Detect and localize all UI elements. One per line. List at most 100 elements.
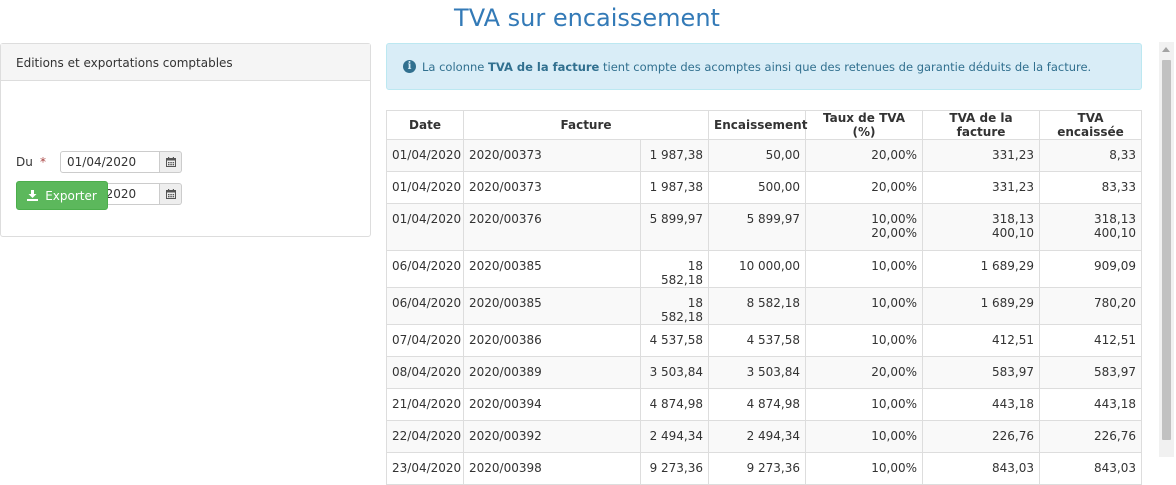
cell-taux: 10,00% <box>805 324 924 357</box>
cell-tva-encaissee-line: 443,18 <box>1094 397 1137 411</box>
tva-table: Date Facture Encaissement Taux de TVA (%… <box>386 110 1143 485</box>
cell-taux: 20,00% <box>805 171 924 204</box>
info-alert: i La colonne TVA de la facture tient com… <box>386 43 1142 90</box>
cell-tva-facture: 318,13 400,10 <box>922 203 1041 251</box>
cell-date: 01/04/2020 <box>386 139 464 172</box>
cell-encaissement: 2 494,34 <box>708 420 807 453</box>
cell-encaissement: 9 273,36 <box>708 452 807 485</box>
cell-taux-line: 10,00% <box>871 429 918 443</box>
cell-tva-encaissee-line: 843,03 <box>1094 461 1137 475</box>
header-tva-encaissee: TVA encaissée <box>1039 110 1143 140</box>
cell-tva-facture-line: 318,13 <box>992 212 1035 226</box>
cell-tva-encaissee: 8,33 <box>1039 139 1143 172</box>
cell-taux-line: 20,00% <box>871 180 918 194</box>
cell-montant: 18 582,18 <box>639 250 710 288</box>
cell-date: 01/04/2020 <box>386 171 464 204</box>
cell-tva-encaissee-line: 909,09 <box>1094 259 1137 273</box>
cell-montant: 1 987,38 <box>639 171 710 204</box>
calendar-icon <box>165 157 176 167</box>
cell-tva-facture-line: 1 689,29 <box>980 296 1035 310</box>
cell-taux: 20,00% <box>805 356 924 389</box>
cell-tva-encaissee: 443,18 <box>1039 388 1143 421</box>
cell-tva-facture-line: 1 689,29 <box>980 259 1035 273</box>
cell-tva-facture: 1 689,29 <box>922 287 1041 325</box>
cell-taux-line: 20,00% <box>871 226 918 240</box>
cell-facture: 2020/00376 <box>463 203 641 251</box>
cell-taux: 10,00% <box>805 420 924 453</box>
cell-tva-facture: 1 689,29 <box>922 250 1041 288</box>
alert-prefix: La colonne <box>422 59 485 74</box>
cell-tva-encaissee: 780,20 <box>1039 287 1143 325</box>
cell-tva-facture: 331,23 <box>922 171 1041 204</box>
page-scrollbar[interactable] <box>1159 42 1174 457</box>
table-row: 08/04/2020 2020/00389 3 503,84 3 503,84 20,0… <box>386 356 1143 389</box>
cell-facture: 2020/00394 <box>463 388 641 421</box>
cell-date: 01/04/2020 <box>386 203 464 251</box>
cell-facture: 2020/00373 <box>463 139 641 172</box>
cell-tva-encaissee-line: 318,13 <box>1094 212 1137 226</box>
table-row: 06/04/2020 2020/00385 18 582,18 10 000,00 10… <box>386 250 1143 288</box>
export-panel: Editions et exportations comptables Du *… <box>0 43 371 237</box>
cell-taux-line: 20,00% <box>871 365 918 379</box>
cell-tva-facture-line: 583,97 <box>992 365 1035 379</box>
cell-montant: 4 537,58 <box>639 324 710 357</box>
cell-taux: 10,00% <box>805 250 924 288</box>
cell-tva-facture: 443,18 <box>922 388 1041 421</box>
alert-text: La colonne TVA de la facture tient compt… <box>422 60 1091 74</box>
header-tva-facture: TVA de la facture <box>922 110 1041 140</box>
cell-montant: 2 494,34 <box>639 420 710 453</box>
cell-encaissement: 3 503,84 <box>708 356 807 389</box>
cell-tva-encaissee: 83,33 <box>1039 171 1143 204</box>
cell-encaissement: 4 874,98 <box>708 388 807 421</box>
cell-tva-encaissee: 909,09 <box>1039 250 1143 288</box>
table-row: 23/04/2020 2020/00398 9 273,36 9 273,36 10,0… <box>386 452 1143 485</box>
du-calendar-button[interactable] <box>160 151 182 173</box>
cell-tva-facture-line: 843,03 <box>992 461 1035 475</box>
cell-facture: 2020/00385 <box>463 250 641 288</box>
header-taux: Taux de TVA (%) <box>805 110 924 140</box>
du-date-input[interactable] <box>60 151 160 173</box>
cell-tva-facture-line: 331,23 <box>992 180 1035 194</box>
cell-tva-encaissee: 318,13 400,10 <box>1039 203 1143 251</box>
du-label: Du <box>16 155 33 169</box>
cell-taux: 10,00% <box>805 287 924 325</box>
download-icon <box>27 190 39 201</box>
cell-tva-facture-line: 412,51 <box>992 333 1035 347</box>
cell-tva-encaissee: 226,76 <box>1039 420 1143 453</box>
cell-tva-encaissee: 843,03 <box>1039 452 1143 485</box>
cell-tva-facture: 583,97 <box>922 356 1041 389</box>
cell-montant: 4 874,98 <box>639 388 710 421</box>
cell-facture: 2020/00398 <box>463 452 641 485</box>
cell-tva-encaissee-line: 83,33 <box>1101 180 1137 194</box>
cell-montant: 9 273,36 <box>639 452 710 485</box>
cell-tva-encaissee-line: 412,51 <box>1094 333 1137 347</box>
table-row: 01/04/2020 2020/00373 1 987,38 500,00 20,00%… <box>386 171 1143 204</box>
cell-tva-encaissee-line: 400,10 <box>1094 226 1137 240</box>
tva-table-wrapper: Date Facture Encaissement Taux de TVA (%… <box>386 110 1143 485</box>
table-row: 07/04/2020 2020/00386 4 537,58 4 537,58 10,0… <box>386 324 1143 357</box>
cell-facture: 2020/00385 <box>463 287 641 325</box>
cell-montant: 5 899,97 <box>639 203 710 251</box>
cell-date: 23/04/2020 <box>386 452 464 485</box>
cell-tva-encaissee-line: 226,76 <box>1094 429 1137 443</box>
cell-taux: 20,00% <box>805 139 924 172</box>
cell-date: 22/04/2020 <box>386 420 464 453</box>
du-required-mark: * <box>40 155 46 169</box>
cell-facture: 2020/00389 <box>463 356 641 389</box>
alert-bold: TVA de la facture <box>488 59 600 74</box>
table-header-row: Date Facture Encaissement Taux de TVA (%… <box>386 110 1143 140</box>
cell-date: 07/04/2020 <box>386 324 464 357</box>
cell-date: 06/04/2020 <box>386 287 464 325</box>
cell-tva-encaissee-line: 583,97 <box>1094 365 1137 379</box>
scroll-up-arrow-icon[interactable] <box>1162 47 1170 52</box>
cell-tva-facture-line: 400,10 <box>992 226 1035 240</box>
cell-encaissement: 50,00 <box>708 139 807 172</box>
au-calendar-button[interactable] <box>160 183 182 205</box>
cell-tva-facture: 331,23 <box>922 139 1041 172</box>
cell-date: 21/04/2020 <box>386 388 464 421</box>
alert-suffix: tient compte des acomptes ainsi que des … <box>603 59 1092 74</box>
cell-taux-line: 10,00% <box>871 296 918 310</box>
export-button-label: Exporter <box>45 188 97 203</box>
scrollbar-thumb[interactable] <box>1162 60 1171 440</box>
export-button[interactable]: Exporter <box>16 181 108 210</box>
